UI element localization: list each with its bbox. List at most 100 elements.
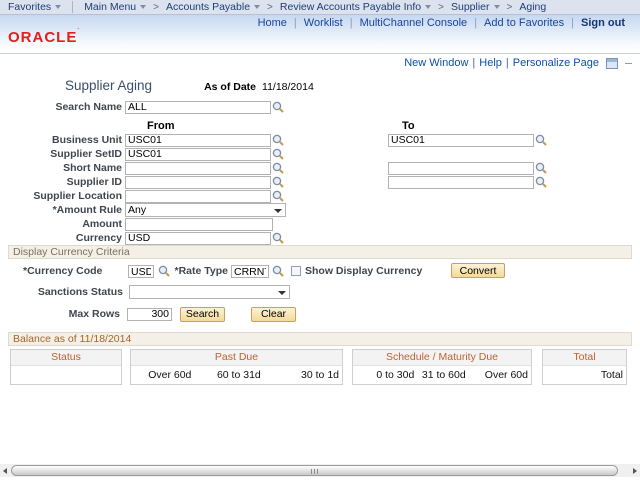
schedule-col-31to60: 31 to 60d bbox=[417, 366, 468, 384]
sanctions-status-select[interactable] bbox=[129, 285, 290, 299]
field-row-amount-rule: *Amount Rule Any bbox=[0, 203, 640, 217]
rate-type-lookup-icon[interactable] bbox=[272, 265, 285, 277]
personalize-page-link[interactable]: Personalize Page bbox=[510, 57, 602, 69]
currency-lookup-icon[interactable] bbox=[272, 232, 285, 244]
max-rows-input[interactable] bbox=[127, 308, 172, 321]
breadcrumb-item-accounts-payable[interactable]: Accounts Payable bbox=[161, 1, 265, 13]
supplier-location-input[interactable] bbox=[125, 190, 271, 203]
add-to-favorites-link[interactable]: Add to Favorites bbox=[477, 17, 571, 29]
business-unit-to-lookup-icon[interactable] bbox=[535, 134, 548, 146]
short-name-from-input[interactable] bbox=[125, 162, 271, 175]
amount-rule-value: Any bbox=[128, 204, 146, 216]
breadcrumb-separator-icon: > bbox=[436, 2, 446, 13]
personalize-layout-icon[interactable] bbox=[606, 58, 618, 69]
search-name-input[interactable] bbox=[125, 101, 271, 114]
help-link[interactable]: Help bbox=[476, 57, 505, 69]
breadcrumb-separator-icon: > bbox=[265, 2, 275, 13]
search-name-row: Search Name bbox=[0, 100, 640, 114]
schedule-maturity-group-header: Schedule / Maturity Due bbox=[353, 350, 531, 366]
field-row-currency: Currency bbox=[0, 231, 640, 245]
status-group-header: Status bbox=[11, 350, 121, 366]
schedule-maturity-group: Schedule / Maturity Due 0 to 30d 31 to 6… bbox=[352, 349, 532, 385]
supplier-id-from-lookup-icon[interactable] bbox=[272, 176, 285, 188]
search-button[interactable]: Search bbox=[180, 307, 225, 322]
horizontal-scrollbar[interactable] bbox=[0, 464, 640, 477]
breadcrumb-item-aging[interactable]: Aging bbox=[514, 1, 551, 13]
short-name-from-lookup-icon[interactable] bbox=[272, 162, 285, 174]
multichannel-console-link[interactable]: MultiChannel Console bbox=[353, 17, 475, 29]
title-row: Supplier Aging As of Date 11/18/2014 bbox=[0, 78, 640, 94]
supplier-setid-lookup-icon[interactable] bbox=[272, 148, 285, 160]
worklist-link[interactable]: Worklist bbox=[297, 17, 350, 29]
business-unit-from-lookup-icon[interactable] bbox=[272, 134, 285, 146]
sanctions-status-row: Sanctions Status bbox=[0, 285, 640, 299]
short-name-to-lookup-icon[interactable] bbox=[535, 162, 548, 174]
show-display-currency-label: Show Display Currency bbox=[305, 265, 422, 277]
sign-out-link[interactable]: Sign out bbox=[574, 17, 632, 29]
favorites-label: Favorites bbox=[8, 1, 51, 13]
past-due-group-header: Past Due bbox=[131, 350, 342, 366]
supplier-setid-label: Supplier SetID bbox=[0, 148, 125, 160]
past-due-subheaders: Over 60d 60 to 31d 30 to 1d bbox=[131, 366, 342, 384]
supplier-id-to-lookup-icon[interactable] bbox=[535, 176, 548, 188]
total-subheaders: Total bbox=[543, 366, 626, 384]
sanctions-status-label: Sanctions Status bbox=[0, 286, 126, 298]
search-name-label: Search Name bbox=[0, 101, 125, 113]
amount-label: Amount bbox=[0, 218, 125, 230]
total-col-total: Total bbox=[543, 366, 626, 384]
schedule-maturity-subheaders: 0 to 30d 31 to 60d Over 60d bbox=[353, 366, 531, 384]
supplier-location-lookup-icon[interactable] bbox=[272, 190, 285, 202]
page-content: New Window | Help | Personalize Page Sup… bbox=[0, 57, 640, 385]
as-of-date-label: As of Date bbox=[204, 81, 256, 93]
portal-links: Home | Worklist | MultiChannel Console |… bbox=[251, 17, 632, 29]
amount-input[interactable] bbox=[125, 218, 273, 231]
max-rows-row: Max Rows Search Clear bbox=[0, 306, 640, 322]
scrollbar-thumb[interactable] bbox=[11, 465, 618, 476]
short-name-to-input[interactable] bbox=[388, 162, 534, 175]
past-due-col-over60: Over 60d bbox=[131, 366, 194, 384]
field-row-amount: Amount bbox=[0, 217, 640, 231]
breadcrumb-item-review-ap-info[interactable]: Review Accounts Payable Info bbox=[275, 1, 436, 13]
rate-type-input[interactable] bbox=[231, 265, 269, 278]
amount-rule-select[interactable]: Any bbox=[125, 203, 286, 217]
business-unit-label: Business Unit bbox=[0, 134, 125, 146]
scroll-right-icon[interactable] bbox=[630, 464, 640, 477]
amount-rule-label: *Amount Rule bbox=[0, 204, 125, 216]
dropdown-arrow-icon bbox=[278, 291, 286, 295]
convert-button[interactable]: Convert bbox=[451, 263, 505, 278]
header-band: Home | Worklist | MultiChannel Console |… bbox=[0, 15, 640, 54]
schedule-col-over60: Over 60d bbox=[469, 366, 531, 384]
breadcrumb-divider bbox=[72, 1, 73, 13]
business-unit-to-input[interactable] bbox=[388, 134, 534, 147]
scroll-left-icon[interactable] bbox=[0, 464, 10, 477]
currency-code-input[interactable] bbox=[128, 265, 154, 278]
breadcrumb-item-supplier[interactable]: Supplier bbox=[446, 1, 505, 13]
schedule-col-0to30: 0 to 30d bbox=[353, 366, 417, 384]
new-window-link[interactable]: New Window bbox=[401, 57, 471, 69]
chevron-down-icon bbox=[425, 5, 431, 9]
application-window: Favorites Main Menu > Accounts Payable >… bbox=[0, 0, 640, 480]
currency-input[interactable] bbox=[125, 232, 271, 245]
total-group-header: Total bbox=[543, 350, 626, 366]
scrollbar-grip-icon bbox=[311, 469, 319, 474]
supplier-setid-input[interactable] bbox=[125, 148, 271, 161]
breadcrumb-item-main-menu[interactable]: Main Menu bbox=[79, 1, 151, 13]
favorites-menu[interactable]: Favorites bbox=[0, 1, 66, 13]
show-display-currency-checkbox[interactable] bbox=[291, 266, 301, 276]
breadcrumb-item-label: Aging bbox=[519, 1, 546, 13]
home-link[interactable]: Home bbox=[251, 17, 294, 29]
status-group-body bbox=[11, 366, 121, 384]
status-empty-cell bbox=[11, 366, 121, 384]
business-unit-from-input[interactable] bbox=[125, 134, 271, 147]
max-rows-label: Max Rows bbox=[0, 308, 123, 320]
search-name-lookup-icon[interactable] bbox=[272, 101, 285, 113]
supplier-id-label: Supplier ID bbox=[0, 176, 125, 188]
short-name-label: Short Name bbox=[0, 162, 125, 174]
breadcrumb-item-label: Supplier bbox=[451, 1, 490, 13]
supplier-id-from-input[interactable] bbox=[125, 176, 271, 189]
clear-button[interactable]: Clear bbox=[251, 307, 296, 322]
breadcrumb: Favorites Main Menu > Accounts Payable >… bbox=[0, 0, 640, 15]
breadcrumb-item-label: Review Accounts Payable Info bbox=[280, 1, 421, 13]
supplier-id-to-input[interactable] bbox=[388, 176, 534, 189]
to-column-header: To bbox=[402, 120, 415, 132]
